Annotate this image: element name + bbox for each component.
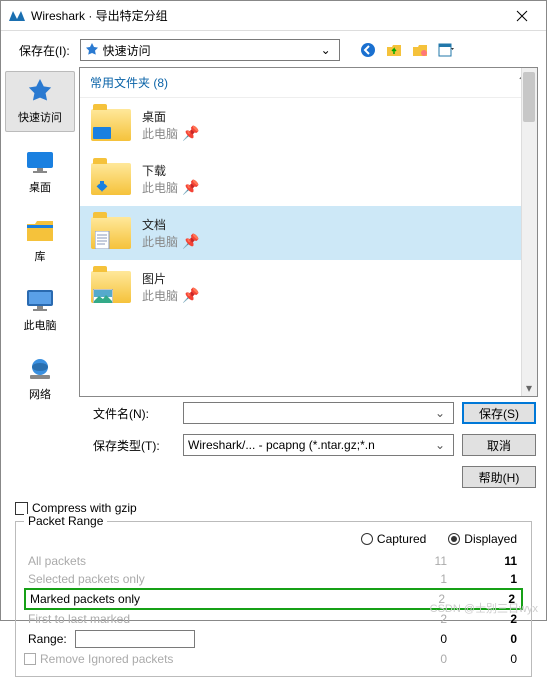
checkbox-icon bbox=[15, 502, 28, 515]
nav-toolbar bbox=[360, 42, 454, 58]
libraries-icon bbox=[25, 218, 55, 244]
place-desktop[interactable]: 桌面 bbox=[5, 142, 75, 201]
row-range: Range: 00 bbox=[24, 628, 523, 650]
view-menu-icon[interactable] bbox=[438, 42, 454, 58]
close-icon bbox=[516, 10, 528, 22]
save-in-label: 保存在(I): bbox=[19, 42, 70, 59]
item-sub: 此电脑 bbox=[142, 235, 178, 249]
row-remove-ignored: Remove Ignored packets 00 bbox=[24, 650, 523, 668]
checkbox-icon bbox=[24, 653, 36, 665]
place-thispc[interactable]: 此电脑 bbox=[5, 280, 75, 339]
place-label: 网络 bbox=[29, 386, 51, 402]
filename-label: 文件名(N): bbox=[93, 405, 175, 422]
pin-icon: 📌 bbox=[182, 287, 199, 303]
item-sub: 此电脑 bbox=[142, 289, 178, 303]
marked-packets-radio[interactable]: Marked packets only bbox=[26, 592, 236, 606]
quick-access-star-icon bbox=[27, 79, 53, 105]
item-sub: 此电脑 bbox=[142, 127, 178, 141]
captured-radio[interactable]: Captured bbox=[361, 532, 426, 546]
pin-icon: 📌 bbox=[182, 125, 199, 141]
row-selected: Selected packets only 11 bbox=[24, 570, 523, 588]
compress-label: Compress with gzip bbox=[32, 501, 137, 515]
scrollbar[interactable]: ▴ ▾ bbox=[521, 68, 537, 396]
place-label: 快速访问 bbox=[18, 109, 62, 125]
save-in-combo[interactable]: 快速访问 ⌄ bbox=[80, 39, 340, 61]
radio-icon bbox=[448, 533, 460, 545]
place-label: 库 bbox=[35, 248, 46, 264]
place-label: 桌面 bbox=[29, 179, 51, 195]
chevron-down-icon: ⌄ bbox=[431, 406, 449, 420]
wireshark-icon bbox=[9, 8, 25, 24]
place-quick-access[interactable]: 快速访问 bbox=[5, 71, 75, 132]
save-in-row: 保存在(I): 快速访问 ⌄ bbox=[1, 31, 546, 67]
folder-documents-icon bbox=[91, 217, 131, 249]
pin-icon: 📌 bbox=[182, 233, 199, 249]
first-to-last-radio[interactable]: First to last marked bbox=[24, 612, 234, 626]
list-item[interactable]: 文档此电脑 📌 bbox=[80, 206, 537, 260]
chevron-down-icon: ⌄ bbox=[431, 438, 449, 452]
help-button[interactable]: 帮助(H) bbox=[462, 466, 536, 488]
scroll-thumb[interactable] bbox=[523, 72, 535, 122]
place-network[interactable]: 网络 bbox=[5, 349, 75, 408]
save-in-value: 快速访问 bbox=[103, 42, 151, 59]
radio-icon bbox=[361, 533, 373, 545]
window-title: Wireshark · 导出特定分组 bbox=[31, 7, 502, 24]
range-radio[interactable]: Range: bbox=[24, 630, 234, 648]
item-name: 图片 bbox=[142, 270, 199, 287]
back-icon[interactable] bbox=[360, 42, 376, 58]
item-name: 文档 bbox=[142, 216, 199, 233]
folder-desktop-icon bbox=[91, 109, 131, 141]
filetype-row: 保存类型(T): Wireshark/... - pcapng (*.ntar.… bbox=[1, 429, 546, 461]
folder-pictures-icon bbox=[91, 271, 131, 303]
network-icon bbox=[26, 357, 54, 381]
row-all: All packets 1111 bbox=[24, 552, 523, 570]
chevron-down-icon: ⌄ bbox=[317, 43, 335, 57]
list-item[interactable]: 桌面此电脑 📌 bbox=[80, 98, 537, 152]
group-legend: Packet Range bbox=[24, 514, 107, 528]
range-input[interactable] bbox=[75, 630, 195, 648]
remove-ignored-checkbox[interactable]: Remove Ignored packets bbox=[24, 652, 234, 666]
list-item[interactable]: 图片此电脑 📌 bbox=[80, 260, 537, 314]
filetype-label: 保存类型(T): bbox=[93, 437, 175, 454]
folder-downloads-icon bbox=[91, 163, 131, 195]
pin-icon: 📌 bbox=[182, 179, 199, 195]
new-folder-icon[interactable] bbox=[412, 42, 428, 58]
thispc-icon bbox=[25, 288, 55, 312]
packet-range-group: Packet Range Captured Displayed All pack… bbox=[15, 521, 532, 677]
cancel-button[interactable]: 取消 bbox=[462, 434, 536, 456]
scroll-down-icon[interactable]: ▾ bbox=[521, 380, 537, 396]
place-label: 此电脑 bbox=[24, 317, 57, 333]
quick-access-star-icon bbox=[85, 43, 99, 57]
desktop-icon bbox=[25, 150, 55, 174]
filetype-combo[interactable]: Wireshark/... - pcapng (*.ntar.gz;*.n⌄ bbox=[183, 434, 454, 456]
displayed-radio[interactable]: Displayed bbox=[448, 532, 517, 546]
selected-packets-radio[interactable]: Selected packets only bbox=[24, 572, 234, 586]
list-item[interactable]: 下载此电脑 📌 bbox=[80, 152, 537, 206]
place-libraries[interactable]: 库 bbox=[5, 211, 75, 270]
list-header[interactable]: 常用文件夹 (8) ⌃ bbox=[80, 68, 537, 98]
titlebar: Wireshark · 导出特定分组 bbox=[1, 1, 546, 31]
item-name: 桌面 bbox=[142, 108, 199, 125]
compress-checkbox[interactable]: Compress with gzip bbox=[15, 501, 532, 515]
all-packets-radio[interactable]: All packets bbox=[24, 554, 234, 568]
close-button[interactable] bbox=[502, 2, 542, 30]
options-area: Compress with gzip Packet Range Captured… bbox=[1, 493, 546, 683]
up-level-icon[interactable] bbox=[386, 42, 402, 58]
places-bar: 快速访问 桌面 库 此电脑 网络 bbox=[1, 67, 79, 397]
file-list: 常用文件夹 (8) ⌃ 桌面此电脑📌 下载此电脑📌 文档此电脑📌 图片此电脑📌 bbox=[79, 67, 538, 397]
main-area: 快速访问 桌面 库 此电脑 网络 常用文件夹 (8) ⌃ 桌面此电脑📌 bbox=[1, 67, 546, 397]
save-button[interactable]: 保存(S) bbox=[462, 402, 536, 424]
filename-row: 文件名(N): ⌄ 保存(S) bbox=[1, 397, 546, 429]
filename-input[interactable]: ⌄ bbox=[183, 402, 454, 424]
list-header-text: 常用文件夹 (8) bbox=[90, 74, 168, 91]
item-name: 下载 bbox=[142, 162, 199, 179]
watermark: CSDN @士别三日wyx bbox=[430, 600, 538, 616]
item-sub: 此电脑 bbox=[142, 181, 178, 195]
